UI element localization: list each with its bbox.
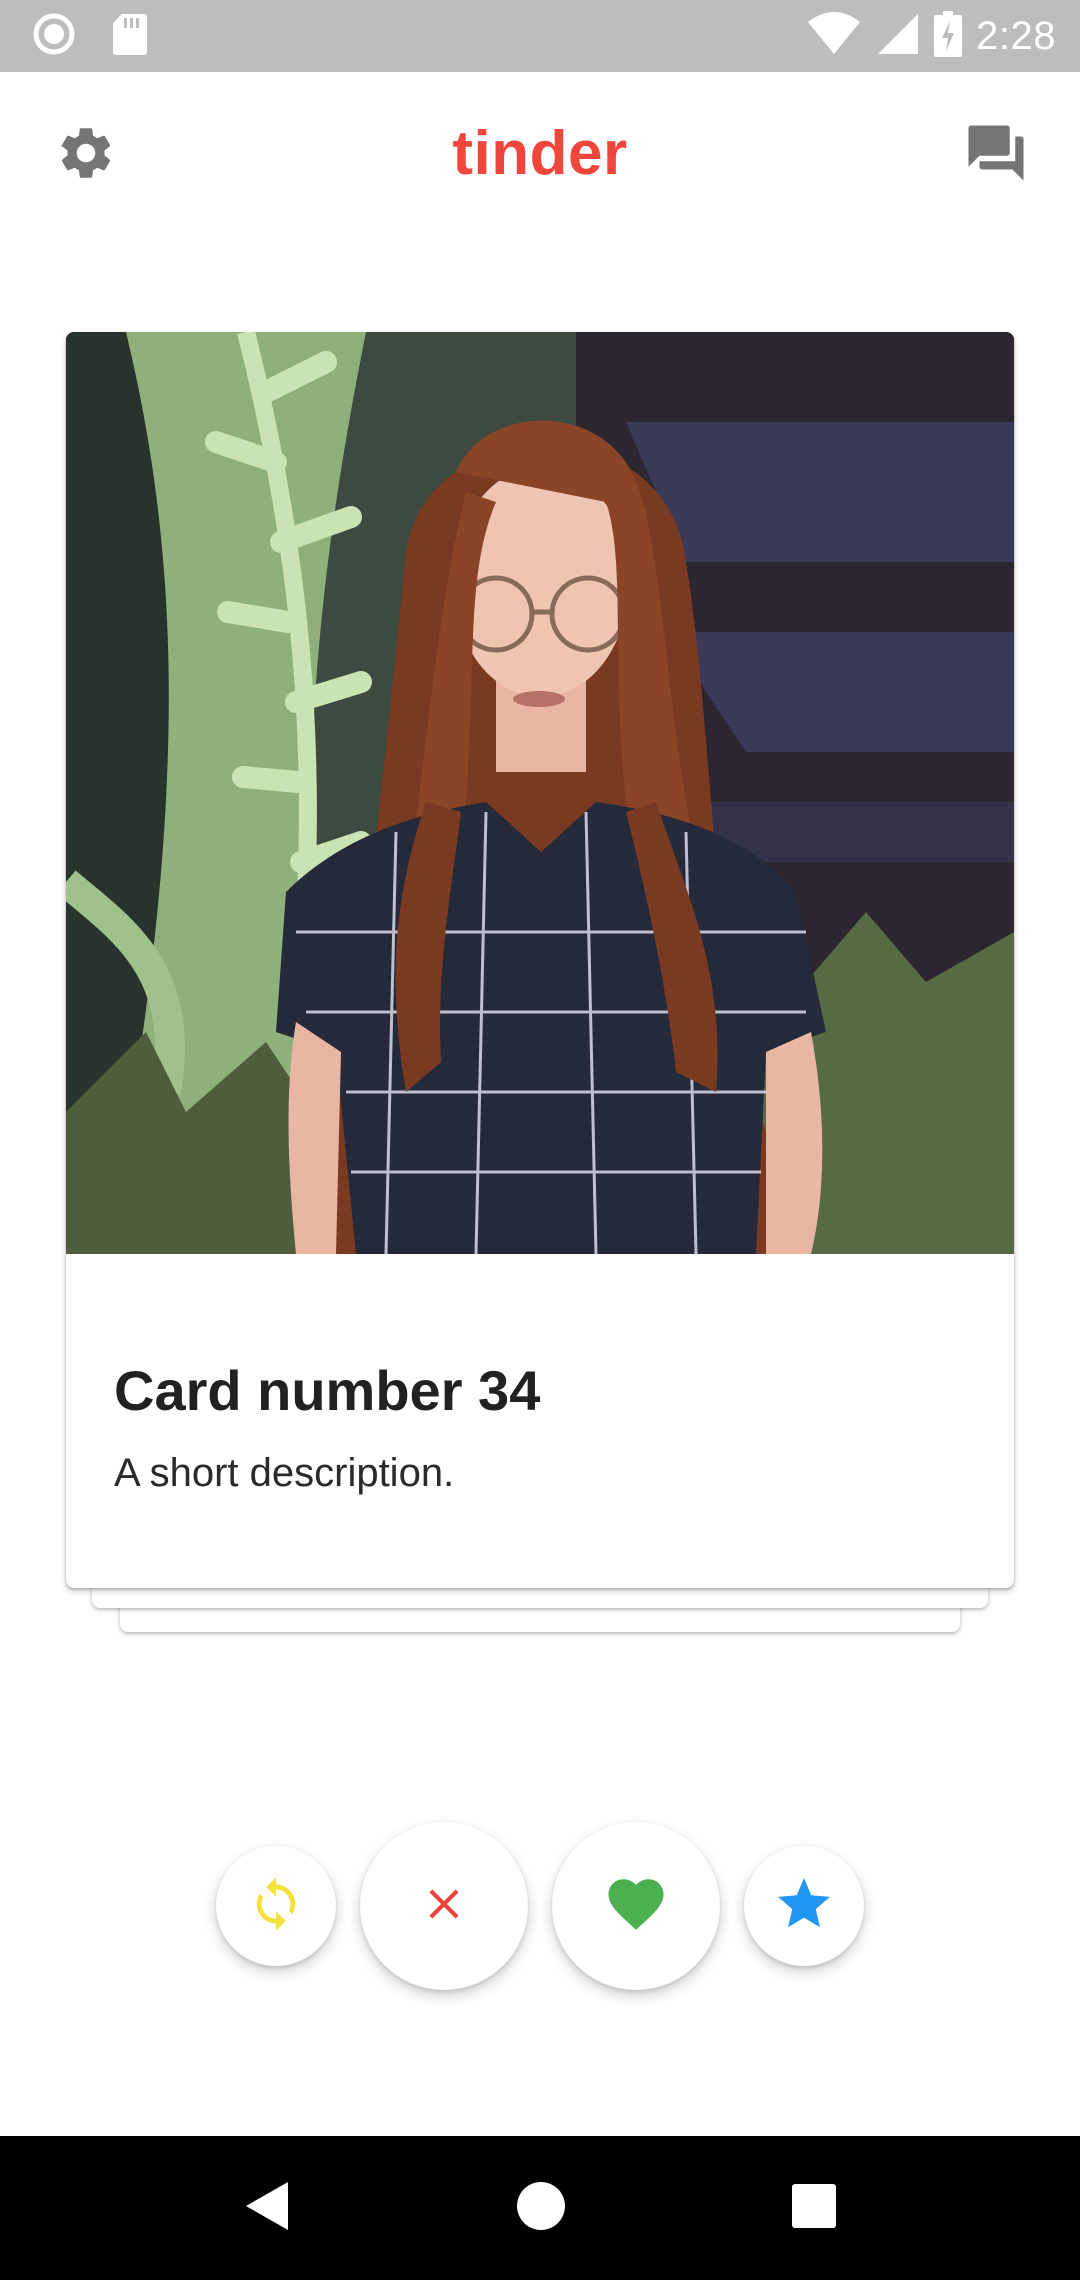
rewind-button[interactable] — [216, 1846, 336, 1966]
sd-card-icon — [112, 12, 148, 61]
system-nav-bar — [0, 2136, 1080, 2280]
settings-gear-icon — [55, 122, 117, 189]
close-x-icon — [419, 1879, 469, 1934]
heart-icon — [603, 1871, 669, 1942]
settings-button[interactable] — [52, 121, 120, 189]
app-title: tinder — [452, 119, 628, 188]
wifi-icon — [806, 11, 862, 61]
card-title: Card number 34 — [114, 1359, 541, 1422]
profile-photo — [66, 332, 1014, 1254]
like-button[interactable] — [552, 1822, 720, 1990]
status-time: 2:28 — [976, 13, 1056, 58]
status-bar: 2:28 — [0, 0, 1080, 72]
chat-forum-icon — [963, 120, 1029, 191]
back-icon[interactable] — [242, 2178, 292, 2239]
app-bar: tinder — [0, 72, 1080, 238]
card-description: A short description. — [114, 1451, 455, 1495]
super-like-button[interactable] — [744, 1846, 864, 1966]
record-icon — [32, 12, 76, 61]
battery-charging-icon — [934, 10, 963, 62]
recents-icon[interactable] — [790, 2182, 838, 2235]
star-icon — [773, 1873, 835, 1940]
signal-icon — [876, 12, 920, 61]
nope-button[interactable] — [360, 1822, 528, 1990]
home-icon[interactable] — [515, 2180, 567, 2237]
messages-button[interactable] — [962, 121, 1030, 189]
refresh-icon — [247, 1875, 305, 1938]
profile-card[interactable]: Card number 34 A short description. — [66, 332, 1014, 1588]
